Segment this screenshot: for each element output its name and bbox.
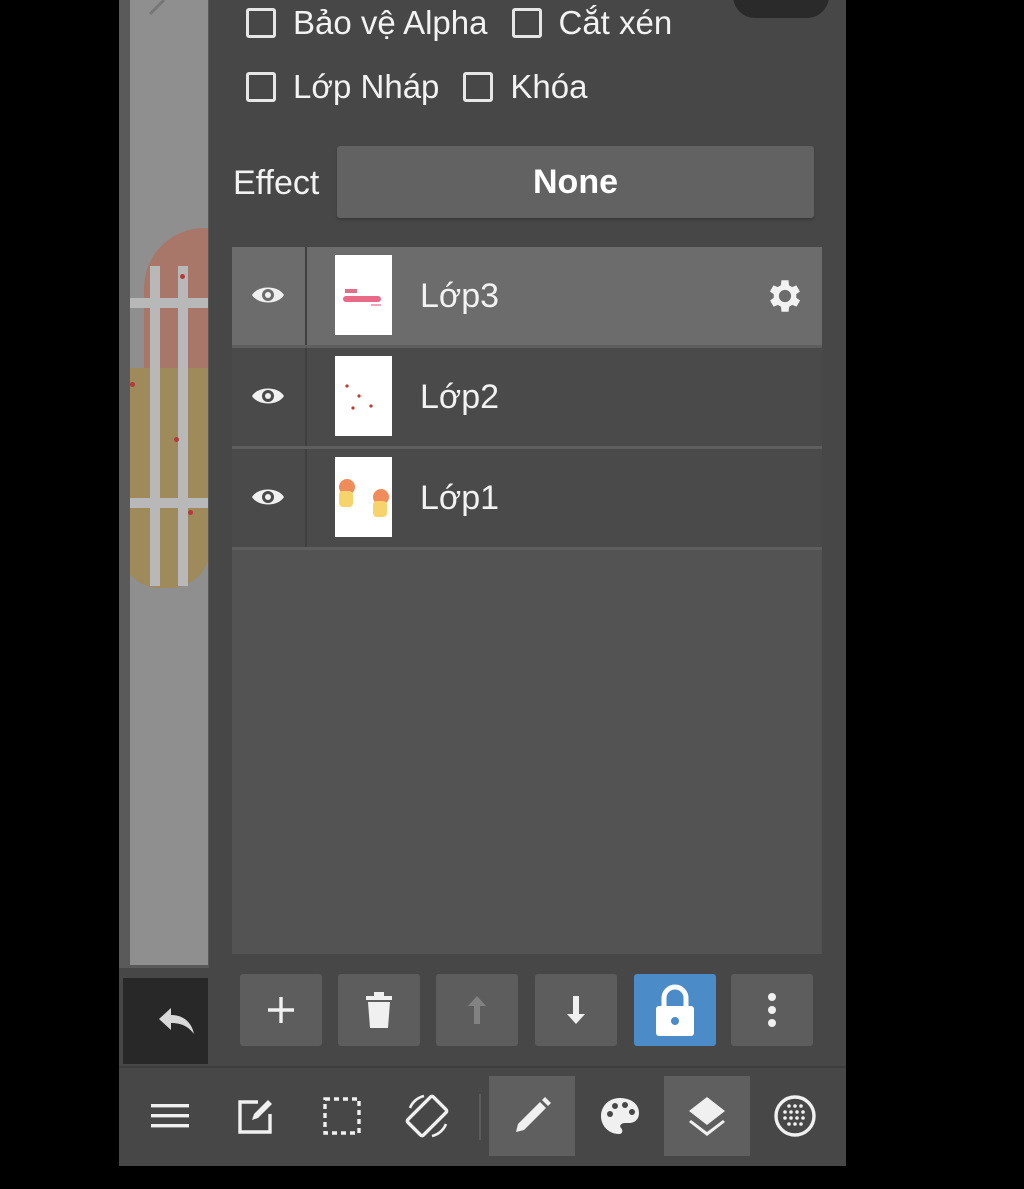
layer-row-lop2[interactable]: Lớp2 — [232, 348, 822, 449]
options-row-1: Bảo vệ Alpha Cắt xén — [246, 4, 696, 42]
more-vertical-icon — [768, 993, 776, 1027]
layer-thumbnail — [335, 356, 392, 436]
lock-layer-button[interactable] — [634, 974, 716, 1046]
effect-label: Effect — [233, 164, 320, 202]
layer1-preview — [339, 479, 389, 517]
layer3-preview — [343, 289, 381, 306]
alpha-protect-label: Bảo vệ Alpha — [293, 4, 488, 41]
artwork-dot — [188, 510, 193, 515]
artwork-shape-lantern — [130, 368, 208, 588]
nav-separator — [479, 1094, 481, 1140]
eye-icon — [252, 489, 284, 505]
rotate-button[interactable] — [385, 1076, 471, 1156]
artwork-bar — [150, 266, 160, 586]
layers-icon — [689, 1097, 725, 1136]
layer-row-lop1[interactable]: Lớp1 — [232, 449, 822, 550]
undo-icon — [159, 1008, 194, 1034]
color-palette-button[interactable] — [577, 1076, 663, 1156]
canvas-artwork[interactable] — [130, 0, 208, 965]
move-layer-down-button[interactable] — [535, 974, 617, 1046]
clipping-label: Cắt xén — [558, 4, 673, 41]
layer-name: Lớp2 — [420, 378, 500, 416]
layer-thumbnail — [335, 255, 392, 335]
artwork-bar — [130, 498, 208, 508]
visibility-toggle[interactable] — [232, 247, 307, 345]
layer2-preview — [345, 384, 373, 410]
options-row-2: Lớp Nháp Khóa — [246, 68, 611, 106]
plus-icon — [268, 997, 294, 1023]
menu-button[interactable] — [127, 1076, 213, 1156]
layers-button[interactable] — [664, 1076, 750, 1156]
palette-icon — [601, 1098, 639, 1134]
pencil-icon — [516, 1097, 551, 1132]
arrow-up-icon — [468, 996, 486, 1024]
draft-layer-label: Lớp Nháp — [293, 68, 440, 105]
brush-button[interactable] — [489, 1076, 575, 1156]
draft-layer-checkbox[interactable] — [246, 72, 276, 102]
artwork-bar — [178, 266, 188, 586]
selection-button[interactable] — [299, 1076, 385, 1156]
edit-button[interactable] — [213, 1076, 299, 1156]
selection-icon — [323, 1097, 361, 1135]
rotate-screen-icon — [405, 1094, 449, 1138]
delete-layer-button[interactable] — [338, 974, 420, 1046]
effect-select-button[interactable]: None — [337, 146, 814, 218]
artwork-dot — [174, 437, 179, 442]
pencil-cursor-icon — [148, 0, 166, 16]
menu-icon — [151, 1104, 189, 1128]
visibility-toggle[interactable] — [232, 348, 307, 446]
arrow-down-icon — [567, 996, 585, 1024]
eye-icon — [252, 287, 284, 303]
panel-corner-button[interactable] — [733, 0, 829, 18]
layer-row-lop3[interactable]: Lớp3 — [232, 247, 822, 348]
lock-icon — [656, 984, 694, 1036]
eye-icon — [252, 388, 284, 404]
move-layer-up-button[interactable] — [436, 974, 518, 1046]
material-button[interactable] — [752, 1076, 838, 1156]
artwork-bar — [130, 298, 208, 308]
more-options-button[interactable] — [731, 974, 813, 1046]
alpha-protect-checkbox[interactable] — [246, 8, 276, 38]
clipping-checkbox[interactable] — [511, 8, 542, 38]
layer-name: Lớp3 — [420, 277, 500, 315]
artwork-dot — [130, 382, 135, 387]
gear-icon[interactable] — [764, 275, 806, 317]
material-grid-icon — [774, 1095, 816, 1137]
layer-list: Lớp3 Lớp2 Lớp1 — [232, 247, 822, 954]
trash-icon — [366, 992, 392, 1028]
layer-thumbnail — [335, 457, 392, 537]
artwork-dot — [180, 274, 185, 279]
edit-icon — [238, 1100, 272, 1134]
undo-button[interactable] — [123, 978, 208, 1064]
lock-label: Khóa — [510, 68, 588, 105]
bottom-navigation — [119, 1066, 846, 1166]
visibility-toggle[interactable] — [232, 449, 307, 547]
add-layer-button[interactable] — [240, 974, 322, 1046]
layer-name: Lớp1 — [420, 479, 500, 517]
lock-checkbox[interactable] — [463, 72, 494, 102]
